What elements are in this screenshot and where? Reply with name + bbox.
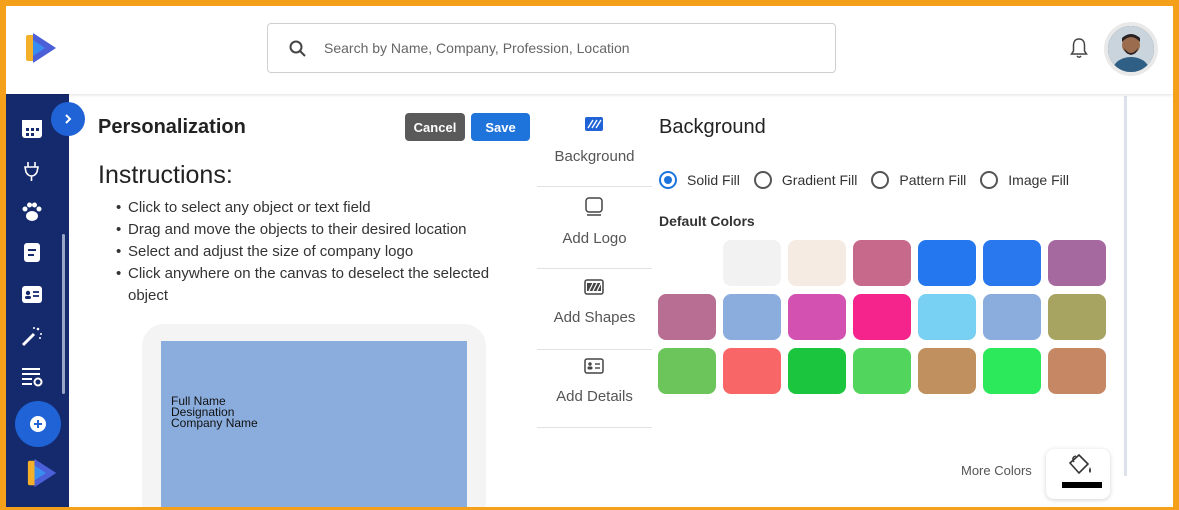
radio-circle[interactable] — [980, 171, 999, 189]
color-swatch[interactable] — [983, 294, 1041, 340]
instruction-item: Click anywhere on the canvas to deselect… — [116, 263, 526, 307]
default-colors-title: Default Colors — [659, 213, 755, 229]
sidebar-scrollbar[interactable] — [62, 234, 65, 394]
instructions-heading: Instructions: — [98, 161, 233, 189]
color-swatch-grid — [658, 240, 1106, 394]
color-swatch[interactable] — [983, 348, 1041, 394]
color-swatch[interactable] — [788, 240, 846, 286]
color-swatch[interactable] — [658, 240, 716, 286]
instruction-item: Drag and move the objects to their desir… — [116, 219, 526, 241]
radio-pattern-fill[interactable]: Pattern Fill — [871, 171, 966, 189]
tool-add-shapes[interactable]: Add Shapes — [537, 269, 652, 350]
radio-image-fill[interactable]: Image Fill — [980, 171, 1069, 189]
more-colors-label: More Colors — [961, 463, 1032, 478]
radio-label: Solid Fill — [687, 172, 740, 188]
more-colors-button[interactable] — [1046, 449, 1110, 499]
logo-square-icon — [585, 197, 603, 216]
sidebar — [6, 94, 69, 507]
search-placeholder: Search by Name, Company, Profession, Loc… — [324, 40, 630, 56]
details-card-icon — [584, 358, 604, 374]
color-swatch[interactable] — [853, 240, 911, 286]
magic-wand-icon[interactable] — [20, 324, 44, 348]
tool-label: Add Logo — [562, 230, 627, 247]
color-swatch[interactable] — [723, 240, 781, 286]
person-icon — [1108, 26, 1154, 72]
paw-icon[interactable] — [20, 200, 44, 224]
app-logo-icon[interactable] — [24, 30, 60, 66]
color-swatch[interactable] — [918, 294, 976, 340]
radio-gradient-fill[interactable]: Gradient Fill — [753, 171, 858, 189]
fill-type-options: Solid Fill Gradient Fill Pattern Fill Im… — [659, 169, 1083, 191]
color-swatch[interactable] — [853, 294, 911, 340]
instructions-list: Click to select any object or text field… — [116, 197, 526, 307]
chevron-right-icon — [65, 114, 72, 124]
list-settings-icon[interactable] — [20, 364, 44, 388]
color-swatch[interactable] — [788, 348, 846, 394]
radio-circle[interactable] — [753, 171, 772, 189]
radio-label: Image Fill — [1008, 172, 1069, 188]
page-title: Personalization — [98, 116, 246, 138]
radio-solid-fill[interactable]: Solid Fill — [659, 171, 740, 189]
document-icon[interactable] — [20, 240, 44, 264]
app-frame: Search by Name, Company, Profession, Loc… — [0, 0, 1179, 510]
color-swatch[interactable] — [658, 294, 716, 340]
color-swatch[interactable] — [1048, 348, 1106, 394]
color-swatch[interactable] — [853, 348, 911, 394]
panel-scrollbar[interactable] — [1124, 96, 1127, 476]
search-icon — [289, 40, 306, 57]
instruction-item: Click to select any object or text field — [116, 197, 526, 219]
tool-label: Background — [554, 148, 635, 165]
tool-add-logo[interactable]: Add Logo — [537, 188, 652, 269]
color-swatch[interactable] — [918, 348, 976, 394]
bell-icon[interactable] — [1069, 36, 1089, 60]
background-panel-title: Background — [659, 116, 766, 138]
color-swatch[interactable] — [723, 348, 781, 394]
cancel-button[interactable]: Cancel — [405, 113, 465, 141]
tool-label: Add Shapes — [553, 309, 636, 326]
card-company-name[interactable]: Company Name — [171, 417, 258, 429]
calendar-icon[interactable] — [20, 116, 44, 140]
avatar[interactable] — [1104, 22, 1158, 76]
app-logo-icon[interactable] — [26, 456, 60, 490]
radio-circle[interactable] — [871, 171, 890, 189]
color-swatch[interactable] — [918, 240, 976, 286]
tool-label: Add Details — [556, 388, 633, 405]
add-button[interactable] — [15, 401, 61, 447]
color-swatch[interactable] — [788, 294, 846, 340]
search-bar[interactable]: Search by Name, Company, Profession, Loc… — [267, 23, 836, 73]
background-icon — [585, 117, 603, 131]
sidebar-toggle-button[interactable] — [51, 102, 85, 136]
shapes-icon — [584, 279, 604, 295]
color-swatch[interactable] — [1048, 294, 1106, 340]
tool-add-details[interactable]: Add Details — [537, 350, 652, 428]
color-swatch[interactable] — [658, 348, 716, 394]
top-header: Search by Name, Company, Profession, Loc… — [6, 6, 1173, 94]
radio-label: Pattern Fill — [899, 172, 967, 188]
plug-icon[interactable] — [20, 159, 44, 183]
color-swatch[interactable] — [723, 294, 781, 340]
save-button[interactable]: Save — [471, 113, 530, 141]
instruction-item: Select and adjust the size of company lo… — [116, 241, 526, 263]
plus-circle-icon — [30, 416, 46, 432]
business-card-canvas[interactable]: Full Name Designation Company Name — [161, 341, 467, 507]
tool-background[interactable]: Background — [537, 106, 652, 187]
color-swatch[interactable] — [983, 240, 1041, 286]
radio-circle-selected[interactable] — [659, 171, 677, 189]
avatar-photo — [1108, 26, 1154, 72]
radio-label: Gradient Fill — [781, 172, 858, 188]
color-swatch[interactable] — [1048, 240, 1106, 286]
paint-bucket-icon — [1062, 453, 1102, 488]
contact-card-icon[interactable] — [20, 282, 44, 306]
